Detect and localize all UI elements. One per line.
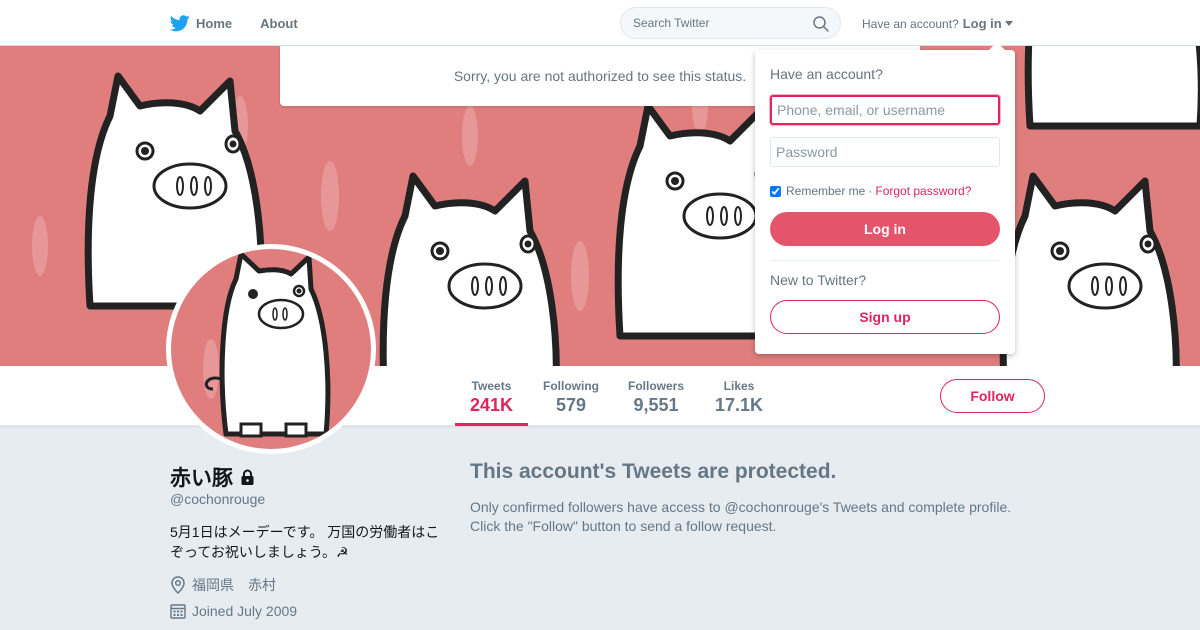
top-navigation-bar: Home About Have an account? Log in <box>0 0 1200 46</box>
nav-home-link[interactable]: Home <box>170 14 233 32</box>
login-dropdown-heading: Have an account? <box>770 66 883 82</box>
divider <box>770 260 1000 261</box>
stat-tweets[interactable]: Tweets 241K <box>455 366 528 426</box>
avatar[interactable] <box>166 244 376 454</box>
lock-icon <box>241 469 254 485</box>
forgot-password-link[interactable]: Forgot password? <box>875 184 971 198</box>
nav-home-label: Home <box>196 15 233 31</box>
stat-following-label: Following <box>543 379 599 393</box>
account-prompt-text: Have an account? <box>862 16 959 31</box>
stat-followers-label: Followers <box>627 379 684 393</box>
username-field[interactable] <box>770 95 1000 125</box>
new-to-twitter-text: New to Twitter? <box>770 272 867 288</box>
stat-tweets-value: 241K <box>469 395 514 415</box>
profile-joined-text: Joined July 2009 <box>192 603 298 619</box>
location-icon <box>171 576 185 594</box>
profile-bio: 5月1日はメーデーです。 万国の労働者はこぞってお祝いしましょう。☭ <box>170 524 440 560</box>
login-dropdown: Have an account? Remember me · Forgot pa… <box>755 42 1015 354</box>
profile-name: 赤い豚 <box>170 462 256 492</box>
login-button[interactable]: Log in <box>770 212 1000 246</box>
twitter-bird-icon <box>170 14 190 31</box>
stat-tweets-label: Tweets <box>471 379 512 393</box>
stat-likes[interactable]: Likes 17.1K <box>708 366 770 426</box>
remember-me-row: Remember me · Forgot password? <box>770 184 971 198</box>
stat-likes-label: Likes <box>723 379 755 393</box>
profile-location-text: 福岡県 赤村 <box>192 577 276 593</box>
profile-joined: Joined July 2009 <box>170 603 297 619</box>
nav-links: Home About <box>170 0 326 46</box>
caret-down-icon <box>1004 21 1013 26</box>
search-box[interactable] <box>620 7 841 39</box>
stat-followers-value: 9,551 <box>633 395 679 415</box>
separator-dot: · <box>868 184 873 198</box>
follow-button[interactable]: Follow <box>940 379 1045 413</box>
profile-name-text: 赤い豚 <box>170 467 233 490</box>
password-field[interactable] <box>770 137 1000 167</box>
remember-me-label[interactable]: Remember me <box>786 184 865 198</box>
account-prompt: Have an account? Log in <box>862 16 1013 31</box>
stat-following[interactable]: Following 579 <box>538 366 604 426</box>
protected-description: Only confirmed followers have access to … <box>470 499 1012 534</box>
login-link-label: Log in <box>962 16 1002 31</box>
stat-following-value: 579 <box>555 395 587 415</box>
nav-about-link[interactable]: About <box>260 16 298 31</box>
calendar-icon <box>170 604 186 619</box>
login-dropdown-toggle[interactable]: Log in <box>963 16 1013 31</box>
signup-button[interactable]: Sign up <box>770 300 1000 334</box>
search-input[interactable] <box>633 16 803 30</box>
stat-likes-value: 17.1K <box>714 395 764 415</box>
protected-title: This account's Tweets are protected. <box>470 460 837 483</box>
profile-location: 福岡県 赤村 <box>170 575 276 595</box>
search-icon[interactable] <box>812 15 830 33</box>
avatar-pig-image <box>203 251 331 438</box>
profile-handle[interactable]: @cochonrouge <box>170 491 265 507</box>
remember-me-checkbox[interactable] <box>770 185 781 197</box>
stat-followers[interactable]: Followers 9,551 <box>623 366 689 426</box>
